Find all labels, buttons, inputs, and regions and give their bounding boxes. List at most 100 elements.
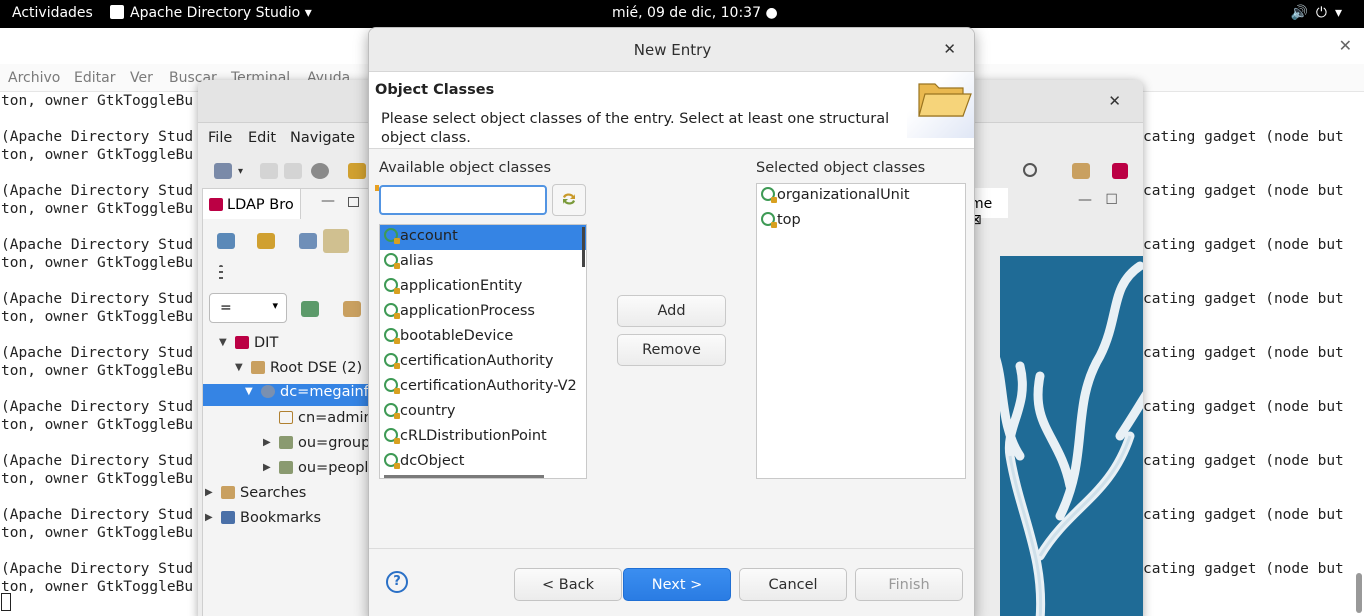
tab-label: LDAP Bro xyxy=(227,197,294,213)
tree-filter-icon[interactable] xyxy=(301,301,319,317)
more-icon[interactable] xyxy=(219,265,223,283)
tree-label: Root DSE (2) xyxy=(270,360,363,376)
back-button[interactable]: < Back xyxy=(514,568,622,601)
object-class-icon xyxy=(384,253,400,269)
filter-select[interactable]: = ▾ xyxy=(209,293,287,323)
open-perspective-icon[interactable] xyxy=(1072,163,1090,179)
welcome-artwork xyxy=(1000,256,1143,616)
terminal-line: ton, owner GtkToggleBu xyxy=(1,93,194,109)
object-class-item[interactable]: organizationalUnit xyxy=(757,184,965,209)
terminal-line: (Apache Directory Stud xyxy=(1,453,194,469)
dialog-titlebar[interactable]: New Entry xyxy=(369,28,974,72)
object-class-icon xyxy=(384,403,400,419)
minimize-icon[interactable]: — xyxy=(321,193,335,209)
finish-button[interactable]: Finish xyxy=(855,568,963,601)
tree-item-bookmarks[interactable]: ▶ Bookmarks xyxy=(205,510,375,532)
maximize-icon[interactable] xyxy=(348,197,359,207)
menu-editar[interactable]: Editar xyxy=(74,70,115,86)
expand-icon: ▼ xyxy=(219,337,227,348)
remove-button[interactable]: Remove xyxy=(617,334,726,366)
tree-item-searches[interactable]: ▶ Searches xyxy=(205,485,375,507)
app-menu[interactable]: Apache Directory Studio ▾ xyxy=(110,5,312,21)
terminal-line-right: cating gadget (node but xyxy=(1143,237,1344,253)
object-class-item[interactable]: account xyxy=(380,225,586,250)
object-class-label: dcObject xyxy=(400,453,465,469)
menu-file[interactable]: File xyxy=(208,130,232,146)
collapse-icon[interactable] xyxy=(299,233,317,249)
object-class-icon xyxy=(384,378,400,394)
object-class-icon xyxy=(384,453,400,469)
terminal-line-right: cating gadget (node but xyxy=(1143,129,1344,145)
object-class-filter-input[interactable] xyxy=(379,185,547,215)
tab-ldap-browser[interactable]: LDAP Bro xyxy=(203,189,301,219)
clock-label: mié, 09 de dic, 10:37 xyxy=(612,5,761,21)
tree-item-ou-people[interactable]: ▶ ou=people xyxy=(263,460,377,482)
folder-open-icon xyxy=(918,83,972,117)
object-class-item[interactable]: applicationEntity xyxy=(380,275,586,300)
menu-navigate[interactable]: Navigate xyxy=(290,130,355,146)
dialog-header: Object Classes Please select object clas… xyxy=(369,72,974,149)
menu-archivo[interactable]: Archivo xyxy=(8,70,60,86)
ldap-perspective-icon[interactable] xyxy=(1112,163,1128,179)
page-title: Object Classes xyxy=(375,82,495,98)
activities-button[interactable]: Actividades xyxy=(12,5,93,21)
filter-edit-icon[interactable] xyxy=(343,301,361,317)
terminal-line: ton, owner GtkToggleBu xyxy=(1,255,194,271)
studio-close-icon[interactable]: ✕ xyxy=(1108,92,1121,110)
list-vertical-scrollbar[interactable] xyxy=(582,227,585,267)
object-class-item[interactable]: certificationAuthority-V2 xyxy=(380,375,586,400)
terminal-line: ton, owner GtkToggleBu xyxy=(1,417,194,433)
tree-item-dc[interactable]: ▼ dc=megainfo xyxy=(203,384,378,406)
tree-item-root-dse[interactable]: ▼ Root DSE (2) xyxy=(235,360,375,382)
object-class-item[interactable]: alias xyxy=(380,250,586,275)
menu-edit[interactable]: Edit xyxy=(248,130,276,146)
object-class-item[interactable]: country xyxy=(380,400,586,425)
connect-icon[interactable] xyxy=(348,163,366,179)
tree-item-dit[interactable]: ▼ DIT xyxy=(219,335,375,357)
power-icon: ⏻ xyxy=(1315,5,1335,21)
browser-toolbar-icon[interactable] xyxy=(217,233,235,249)
bookmarks-icon xyxy=(221,511,235,524)
search-icon[interactable] xyxy=(1023,163,1037,177)
object-class-item[interactable]: dcObject xyxy=(380,450,586,475)
terminal-line: ton, owner GtkToggleBu xyxy=(1,471,194,487)
clear-filter-button[interactable] xyxy=(552,184,586,216)
minimize-icon[interactable]: — xyxy=(1078,192,1092,208)
new-icon[interactable] xyxy=(214,163,232,179)
top-bar: Actividades Apache Directory Studio ▾ mi… xyxy=(0,0,1364,28)
menu-ver[interactable]: Ver xyxy=(130,70,153,86)
list-horizontal-scrollbar[interactable] xyxy=(384,475,544,478)
link-icon[interactable] xyxy=(323,229,349,253)
terminal-line: (Apache Directory Stud xyxy=(1,291,194,307)
available-object-classes-list[interactable]: account alias applicationEntity application… xyxy=(379,224,587,479)
add-button[interactable]: Add xyxy=(617,295,726,327)
tree-item-cn-admin[interactable]: cn=admin xyxy=(279,410,375,432)
selected-object-classes-list[interactable]: organizationalUnit top xyxy=(756,183,966,479)
page-description: Please select object classes of the entr… xyxy=(381,111,890,146)
app-menu-label: Apache Directory Studio xyxy=(130,5,301,21)
next-button[interactable]: Next > xyxy=(623,568,731,601)
clock[interactable]: mié, 09 de dic, 10:37 ● xyxy=(612,5,778,21)
settings-icon[interactable] xyxy=(311,163,329,179)
terminal-close-icon[interactable]: ✕ xyxy=(1339,36,1352,55)
object-class-item[interactable]: applicationProcess xyxy=(380,300,586,325)
help-icon[interactable]: ? xyxy=(386,571,408,593)
editor-window-controls: — ☐ xyxy=(1078,192,1118,208)
object-class-item[interactable]: bootableDevice xyxy=(380,325,586,350)
system-menu[interactable]: 🔊⏻▾ xyxy=(1290,5,1350,21)
dropdown-arrow-icon: ▾ xyxy=(1334,5,1350,21)
new-dropdown-icon[interactable]: ▾ xyxy=(238,166,246,177)
terminal-line: (Apache Directory Stud xyxy=(1,183,194,199)
save-icon[interactable] xyxy=(260,163,278,179)
print-icon[interactable] xyxy=(284,163,302,179)
close-icon[interactable]: ✕ xyxy=(943,40,956,58)
object-class-item[interactable]: top xyxy=(757,209,965,234)
maximize-icon[interactable]: ☐ xyxy=(1105,192,1118,208)
object-class-item[interactable]: cRLDistributionPoint xyxy=(380,425,586,450)
terminal-scrollbar[interactable] xyxy=(1356,573,1362,613)
cancel-button[interactable]: Cancel xyxy=(739,568,847,601)
refresh-icon[interactable] xyxy=(257,233,275,249)
object-class-item[interactable]: certificationAuthority xyxy=(380,350,586,375)
tree-item-ou-group[interactable]: ▶ ou=group ( xyxy=(263,435,381,457)
terminal-line-right: cating gadget (node but xyxy=(1143,291,1344,307)
